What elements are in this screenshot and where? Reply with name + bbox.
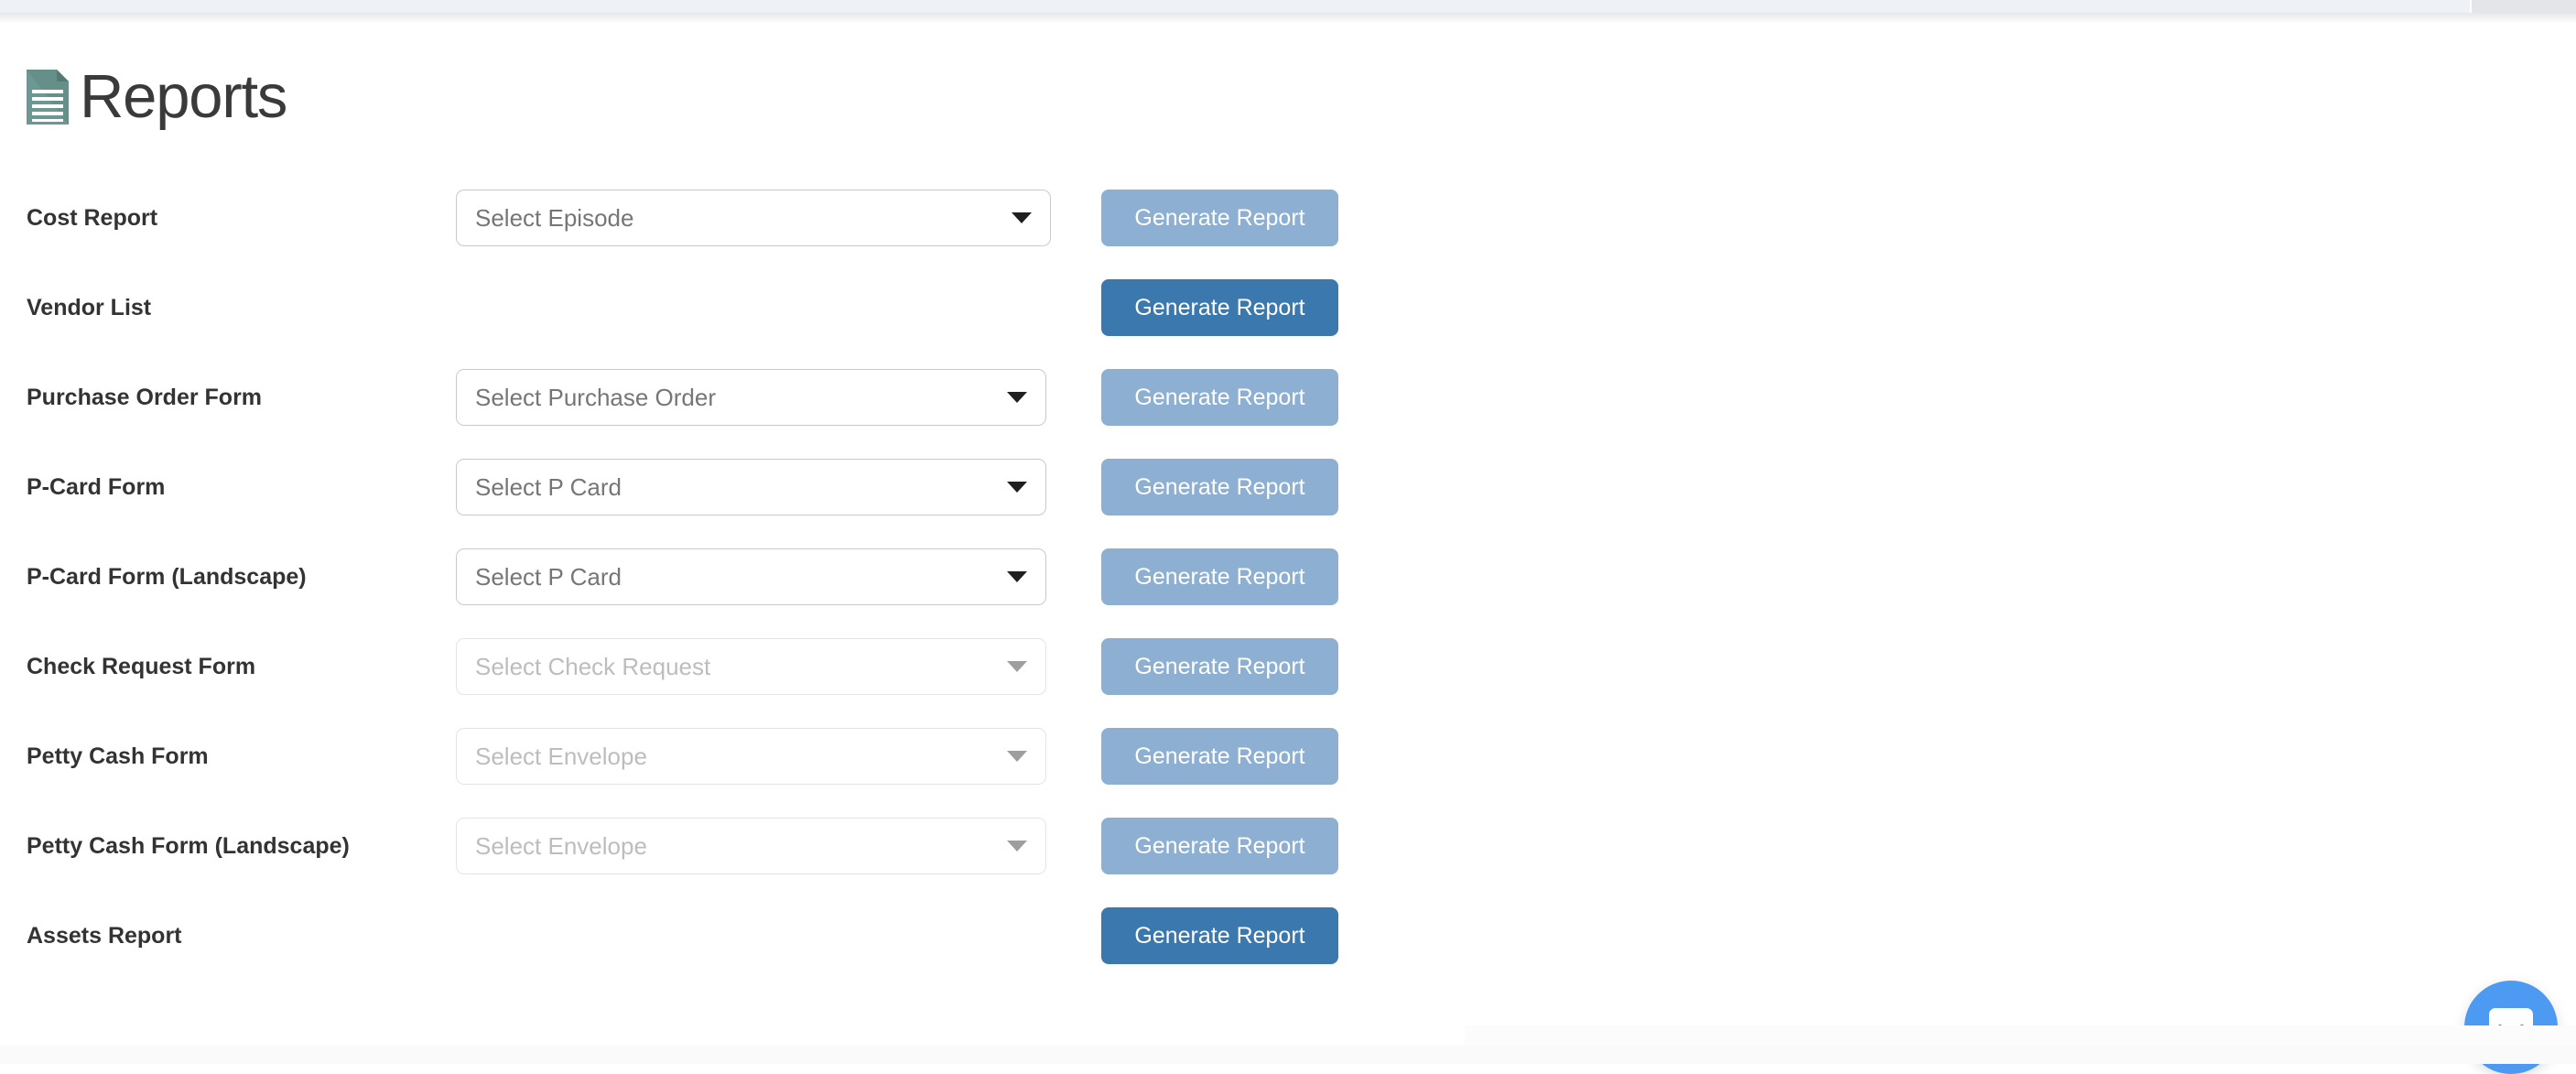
report-select[interactable]: Select Purchase Order <box>456 369 1046 426</box>
report-row: Purchase Order Form Select Purchase Order… <box>0 369 2576 459</box>
report-select[interactable]: Select P Card <box>456 459 1046 515</box>
chevron-down-icon <box>1007 661 1027 672</box>
report-row: Petty Cash Form (Landscape) Select Envelo… <box>0 818 2576 907</box>
report-row-label: Purchase Order Form <box>27 385 263 410</box>
report-row-label: P-Card Form <box>27 474 166 500</box>
generate-report-button[interactable]: Generate Report <box>1101 907 1338 964</box>
browser-tab-inactive[interactable] <box>2472 0 2576 13</box>
report-row-label: Petty Cash Form (Landscape) <box>27 833 350 859</box>
chrome-shadow <box>0 13 2576 24</box>
report-row-label: Check Request Form <box>27 654 256 679</box>
generate-report-button[interactable]: Generate Report <box>1101 279 1338 336</box>
report-row: P-Card Form Select P Card Generate Report <box>0 459 2576 548</box>
report-select-value: Select Envelope <box>475 742 647 770</box>
document-report-icon <box>27 69 69 125</box>
chevron-down-icon <box>1007 571 1027 582</box>
chevron-down-icon <box>1007 751 1027 762</box>
generate-report-button: Generate Report <box>1101 548 1338 605</box>
report-select-value: Select Envelope <box>475 831 647 860</box>
page-bottom-band-right <box>1465 1025 2576 1046</box>
generate-report-button: Generate Report <box>1101 638 1338 695</box>
report-select: Select Envelope <box>456 818 1046 874</box>
chevron-down-icon <box>1007 392 1027 403</box>
reports-list: Cost Report Select Episode Generate Report… <box>0 190 2576 997</box>
report-row-label: P-Card Form (Landscape) <box>27 564 307 590</box>
report-row: Check Request Form Select Check Request Ge… <box>0 638 2576 728</box>
report-row: Assets Report Generate Report <box>0 907 2576 997</box>
report-select-value: Select Purchase Order <box>475 383 717 411</box>
generate-report-button: Generate Report <box>1101 459 1338 515</box>
report-row-label: Vendor List <box>27 295 152 320</box>
report-select[interactable]: Select P Card <box>456 548 1046 605</box>
report-row: Petty Cash Form Select Envelope Generate R… <box>0 728 2576 818</box>
report-select-value: Select Check Request <box>475 652 711 680</box>
chevron-down-icon <box>1012 212 1032 223</box>
report-row-label: Petty Cash Form <box>27 743 209 769</box>
generate-report-button: Generate Report <box>1101 728 1338 785</box>
report-select[interactable]: Select Episode <box>456 190 1051 246</box>
report-row: P-Card Form (Landscape) Select P Card Gene… <box>0 548 2576 638</box>
report-select: Select Envelope <box>456 728 1046 785</box>
chevron-down-icon <box>1007 841 1027 852</box>
report-select-value: Select P Card <box>475 472 622 501</box>
browser-chrome-strip <box>0 0 2576 13</box>
report-row: Vendor List Generate Report <box>0 279 2576 369</box>
chevron-down-icon <box>1007 482 1027 493</box>
report-select-value: Select Episode <box>475 203 634 232</box>
generate-report-button: Generate Report <box>1101 818 1338 874</box>
report-select-value: Select P Card <box>475 562 622 591</box>
page-bottom-band <box>0 1025 2576 1064</box>
report-row-label: Cost Report <box>27 205 158 231</box>
report-select: Select Check Request <box>456 638 1046 695</box>
generate-report-button: Generate Report <box>1101 369 1338 426</box>
reports-page: Reports Cost Report Select Episode Generat… <box>0 24 2576 1074</box>
report-row: Cost Report Select Episode Generate Report <box>0 190 2576 279</box>
page-title: Reports <box>80 62 287 131</box>
report-row-label: Assets Report <box>27 923 182 949</box>
generate-report-button: Generate Report <box>1101 190 1338 246</box>
page-header: Reports <box>27 66 287 127</box>
